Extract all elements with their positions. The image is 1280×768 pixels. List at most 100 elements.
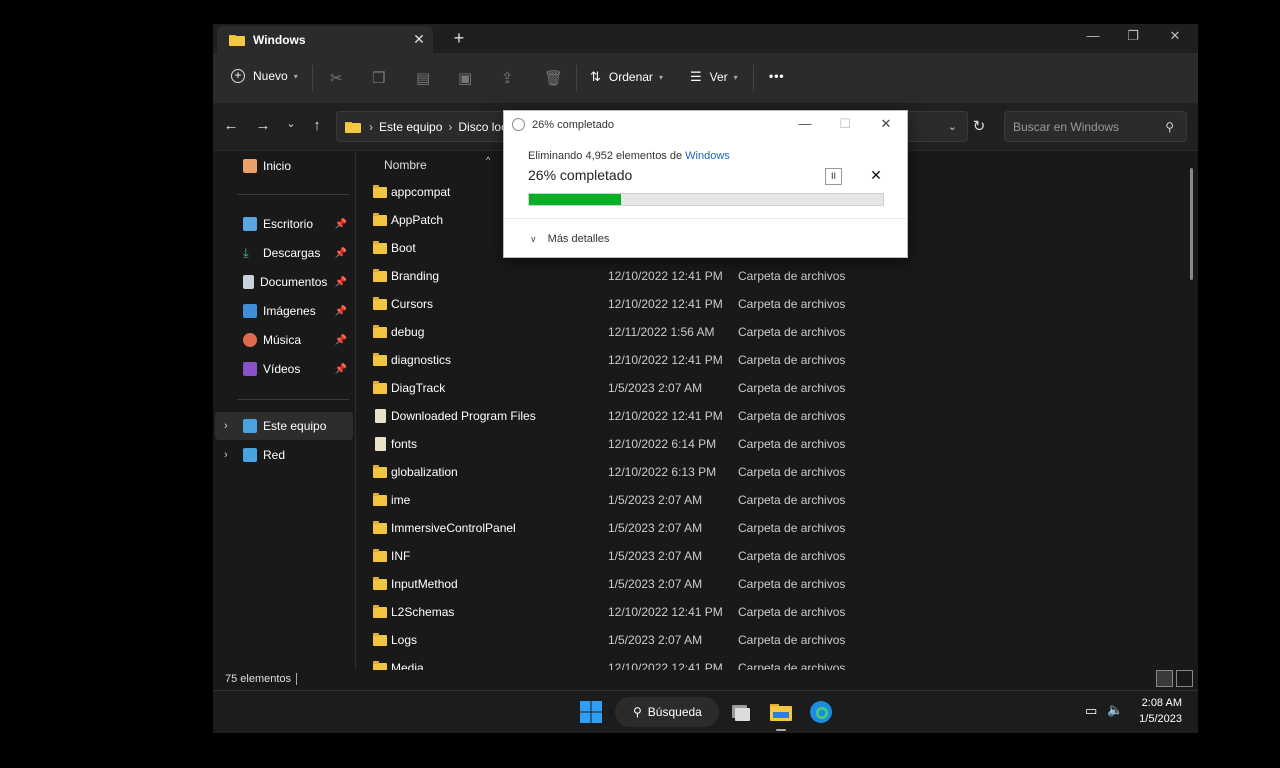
table-row[interactable]: InputMethod 1/5/2023 2:07 AM Carpeta de ar… (357, 570, 1177, 598)
folder-icon (345, 121, 361, 133)
cut-icon[interactable]: ✂ (330, 69, 343, 87)
sort-icon: ⇅ (590, 69, 601, 84)
file-date-modified: 12/10/2022 12:41 PM (608, 297, 723, 311)
paste-icon[interactable]: ▤ (416, 69, 430, 87)
search-placeholder: Buscar en Windows (1013, 119, 1120, 134)
sidebar-item-desktop[interactable]: Escritorio 📌 (243, 210, 353, 238)
sidebar-item-pictures[interactable]: Imágenes 📌 (243, 297, 353, 325)
chevron-right-icon[interactable]: › (224, 449, 228, 461)
share-icon[interactable]: ⇪ (501, 69, 514, 87)
folder-icon (373, 577, 387, 590)
address-dropdown-icon[interactable]: ⌄ (948, 120, 957, 133)
vertical-scrollbar[interactable] (1190, 168, 1193, 280)
chevron-down-icon: ▾ (658, 72, 663, 82)
search-input[interactable]: Buscar en Windows ⚲ (1004, 111, 1187, 142)
home-icon (243, 159, 257, 173)
recent-chevron-icon[interactable]: ⌄ (281, 117, 301, 130)
table-row[interactable]: DiagTrack 1/5/2023 2:07 AM Carpeta de arch… (357, 374, 1177, 402)
file-explorer-icon[interactable] (769, 700, 793, 724)
pin-icon[interactable]: 📌 (335, 306, 347, 317)
file-date-modified: 1/5/2023 2:07 AM (608, 633, 703, 647)
more-options-button[interactable]: ••• (769, 69, 785, 83)
file-name: L2Schemas (391, 605, 455, 619)
close-tab-icon[interactable]: ✕ (405, 31, 433, 48)
back-arrow-icon[interactable]: ← (221, 117, 241, 134)
sidebar-item-this-pc[interactable]: › Este equipo (215, 412, 353, 440)
file-type: Carpeta de archivos (738, 353, 846, 367)
column-header-name[interactable]: Nombre (384, 158, 427, 172)
new-tab-button[interactable]: + (449, 28, 469, 49)
task-view-icon[interactable] (729, 700, 753, 724)
table-row[interactable]: ime 1/5/2023 2:07 AM Carpeta de archivos (357, 486, 1177, 514)
chevron-right-icon[interactable]: › (224, 420, 228, 432)
table-row[interactable]: Branding 12/10/2022 12:41 PM Carpeta de ar… (357, 262, 1177, 290)
pin-icon[interactable]: 📌 (335, 219, 347, 230)
dialog-minimize-button[interactable]: — (795, 116, 815, 131)
taskbar-search[interactable]: ⚲ Búsqueda (615, 697, 719, 727)
breadcrumb-this-pc[interactable]: Este equipo (379, 120, 442, 134)
file-type: Carpeta de archivos (738, 437, 846, 451)
rename-icon[interactable]: ▣ (458, 69, 472, 87)
clock-time[interactable]: 2:08 AM (1140, 697, 1182, 709)
view-button-label: Ver (709, 70, 728, 84)
sidebar-item-music[interactable]: Música 📌 (243, 326, 353, 354)
table-row[interactable]: Cursors 12/10/2022 12:41 PM Carpeta de arc… (357, 290, 1177, 318)
network-status-icon[interactable]: ▭ (1085, 703, 1097, 719)
pause-button[interactable]: II (825, 168, 842, 185)
view-button[interactable]: ☰ Ver ▾ (690, 69, 738, 85)
folder-icon (373, 241, 387, 254)
file-name: DiagTrack (391, 381, 446, 395)
folder-icon (375, 437, 386, 451)
pin-icon[interactable]: 📌 (335, 248, 347, 259)
sidebar-item-videos[interactable]: Vídeos 📌 (243, 355, 353, 383)
delete-icon[interactable]: 🗑 (544, 69, 563, 87)
pin-icon[interactable]: 📌 (335, 277, 347, 288)
table-row[interactable]: diagnostics 12/10/2022 12:41 PM Carpeta de… (357, 346, 1177, 374)
sidebar-item-downloads[interactable]: ⤓ Descargas 📌 (243, 239, 353, 267)
up-arrow-icon[interactable]: ↑ (307, 117, 327, 134)
restore-button[interactable]: ❐ (1113, 28, 1153, 44)
tiles-view-icon[interactable] (1176, 670, 1193, 687)
refresh-icon[interactable]: ↻ (969, 117, 989, 135)
details-view-icon[interactable] (1156, 670, 1173, 687)
table-row[interactable]: INF 1/5/2023 2:07 AM Carpeta de archivos (357, 542, 1177, 570)
edge-browser-icon[interactable] (809, 700, 833, 724)
dialog-close-button[interactable]: ✕ (876, 116, 896, 132)
file-name: fonts (391, 437, 418, 451)
divider (312, 65, 313, 91)
table-row[interactable]: ImmersiveControlPanel 1/5/2023 2:07 AM Car… (357, 514, 1177, 542)
copy-icon[interactable]: ❐ (372, 69, 385, 87)
windows-start-icon[interactable] (579, 700, 603, 724)
table-row[interactable]: debug 12/11/2022 1:56 AM Carpeta de archiv… (357, 318, 1177, 346)
file-date-modified: 12/10/2022 12:41 PM (608, 409, 723, 423)
sidebar-item-network[interactable]: › Red (215, 441, 353, 469)
close-window-button[interactable]: ✕ (1155, 28, 1195, 44)
search-icon: ⚲ (633, 705, 642, 719)
table-row[interactable]: Downloaded Program Files 12/10/2022 12:41… (357, 402, 1177, 430)
sort-button[interactable]: ⇅ Ordenar ▾ (590, 69, 663, 85)
volume-icon[interactable]: 🔈 (1107, 702, 1123, 718)
clock-date[interactable]: 1/5/2023 (1134, 713, 1182, 725)
table-row[interactable]: fonts 12/10/2022 6:14 PM Carpeta de archiv… (357, 430, 1177, 458)
folder-icon (373, 353, 387, 366)
table-row[interactable]: Logs 1/5/2023 2:07 AM Carpeta de archivos (357, 626, 1177, 654)
table-row[interactable]: L2Schemas 12/10/2022 12:41 PM Carpeta de a… (357, 598, 1177, 626)
pin-icon[interactable]: 📌 (335, 335, 347, 346)
navigation-pane: Inicio Escritorio 📌 ⤓ Descargas 📌 Docume… (213, 152, 356, 670)
folder-icon (375, 409, 386, 423)
pin-icon[interactable]: 📌 (335, 364, 347, 375)
sidebar-item-documents[interactable]: Documentos 📌 (243, 268, 353, 296)
forward-arrow-icon[interactable]: → (253, 117, 273, 134)
minimize-button[interactable]: — (1073, 28, 1113, 43)
taskbar: ⚲ Búsqueda ▭ 🔈 2:08 AM 1/5/2023 (213, 690, 1198, 733)
table-row[interactable]: globalization 12/10/2022 6:13 PM Carpeta d… (357, 458, 1177, 486)
file-name: ImmersiveControlPanel (391, 521, 516, 535)
file-type: Carpeta de archivos (738, 325, 846, 339)
new-button[interactable]: + Nuevo ▾ (231, 69, 298, 83)
source-folder-link[interactable]: Windows (685, 150, 730, 162)
cancel-button[interactable]: ✕ (868, 167, 884, 184)
more-details-button[interactable]: ∨ Más detalles (530, 233, 609, 245)
progress-bar-fill (529, 194, 622, 205)
file-name: globalization (391, 465, 458, 479)
tab-windows[interactable]: Windows ✕ (217, 26, 433, 53)
